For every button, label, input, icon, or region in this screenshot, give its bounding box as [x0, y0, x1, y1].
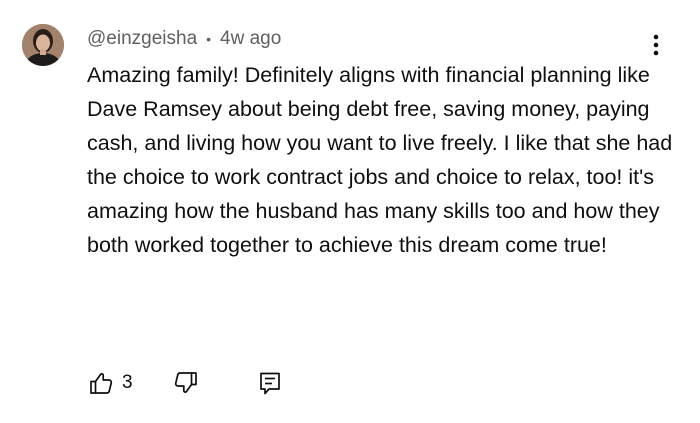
comment-actions: 3: [88, 369, 283, 397]
thumbs-down-icon: [174, 372, 197, 393]
timestamp[interactable]: 4w ago: [220, 28, 281, 50]
more-actions-button[interactable]: [646, 32, 666, 58]
reply-comment-icon: [259, 372, 280, 395]
like-count: 3: [122, 372, 133, 393]
avatar[interactable]: [22, 24, 64, 66]
reply-button[interactable]: [257, 370, 283, 396]
comment-text: Amazing family! Definitely aligns with f…: [87, 63, 673, 257]
dislike-button[interactable]: [173, 370, 199, 396]
author-name[interactable]: @einzgeisha: [87, 28, 197, 50]
more-vertical-icon: [653, 34, 659, 56]
thumbs-up-icon: [90, 373, 113, 394]
comment-card: @einzgeisha • 4w ago Amazing family! Def…: [0, 0, 700, 423]
avatar-image: [22, 24, 64, 66]
like-button[interactable]: 3: [88, 370, 133, 396]
comment-header: @einzgeisha • 4w ago: [87, 25, 281, 53]
header-separator: •: [206, 31, 212, 47]
